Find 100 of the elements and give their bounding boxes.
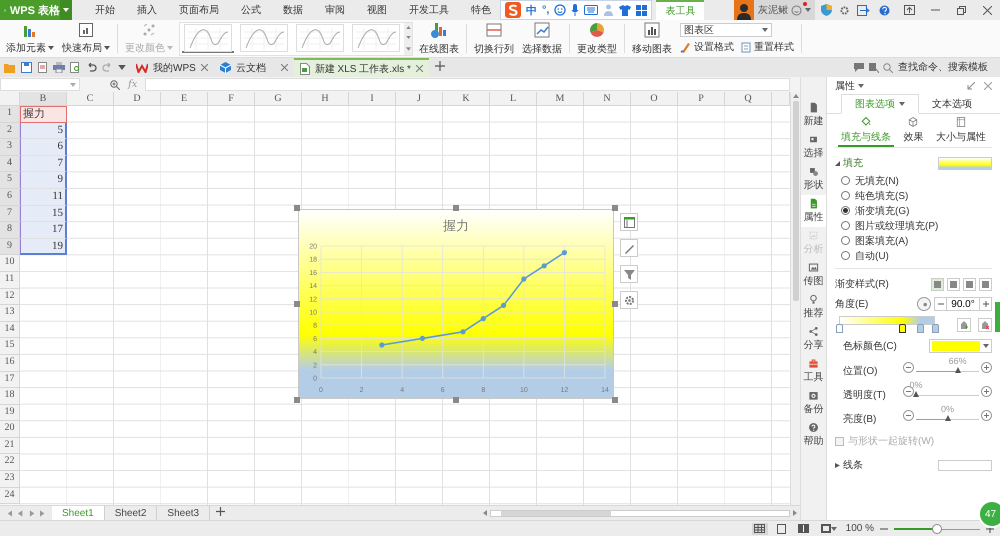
menu-tab[interactable]: 特色 [462, 0, 500, 20]
menu-tab[interactable]: 开始 [86, 0, 124, 20]
zoom-slider-thumb[interactable] [932, 524, 942, 534]
column-header[interactable]: I [349, 92, 396, 106]
decrement-button[interactable] [934, 297, 947, 311]
panel-subtab[interactable]: 大小与属性 [932, 114, 989, 147]
column-header[interactable]: C [67, 92, 114, 106]
search-field[interactable]: 查找命令、搜索模板 [896, 61, 996, 74]
column-header[interactable]: P [678, 92, 725, 106]
gradient-stop[interactable] [898, 324, 906, 333]
radio-label[interactable]: 自动(U) [855, 248, 889, 262]
document-tab[interactable]: 云文档 [214, 58, 294, 77]
ribbon-button[interactable]: 更改类型 [573, 21, 621, 56]
gear-icon[interactable] [840, 6, 849, 14]
menu-tab[interactable]: 表工具 [656, 0, 704, 20]
radio-label[interactable]: 纯色填充(S) [855, 188, 908, 202]
print-icon[interactable] [53, 62, 65, 73]
column-header[interactable]: L [490, 92, 537, 106]
close-icon[interactable] [280, 64, 288, 71]
column-header[interactable]: D [114, 92, 161, 106]
column-header[interactable]: G [255, 92, 302, 106]
scroll-up-icon[interactable] [406, 26, 410, 30]
radio-button[interactable] [841, 221, 850, 230]
column-header[interactable]: N [584, 92, 631, 106]
radio-label[interactable]: 渐变填充(G) [855, 204, 910, 218]
row-header[interactable]: 5 [0, 172, 20, 189]
document-icon[interactable] [37, 62, 48, 73]
resize-handle[interactable] [453, 205, 459, 211]
slider-thumb[interactable] [954, 367, 961, 373]
scroll-down-icon[interactable] [406, 36, 410, 40]
chart-style-option[interactable] [238, 24, 290, 52]
row-header[interactable]: 10 [0, 255, 20, 272]
chart-elements-button[interactable] [620, 213, 638, 231]
sidebar-item[interactable]: 新建 [801, 99, 826, 131]
expand-triangle-icon[interactable] [835, 462, 840, 468]
resize-handle[interactable] [294, 205, 300, 211]
row-header[interactable]: 8 [0, 222, 20, 239]
radio-button[interactable] [841, 206, 850, 215]
grid-icon[interactable] [636, 4, 648, 16]
radio-button[interactable] [841, 191, 850, 200]
sidebar-item[interactable]: 属性 [801, 195, 826, 227]
row-header[interactable]: 9 [0, 238, 20, 256]
formula-field[interactable] [145, 78, 790, 91]
column-header[interactable]: K [443, 92, 490, 106]
sidebar-item[interactable]: 工具 [801, 355, 826, 387]
scroll-right-icon[interactable] [793, 510, 797, 516]
panel-subtab[interactable]: 效果 [900, 114, 926, 147]
close-icon[interactable] [416, 65, 423, 72]
normal-view-button[interactable] [752, 522, 768, 534]
zoom-out-icon[interactable] [903, 362, 914, 372]
column-header[interactable]: J [396, 92, 443, 106]
row-header[interactable]: 4 [0, 156, 20, 172]
menu-tab[interactable]: 公式 [232, 0, 270, 20]
angle-dial[interactable] [917, 297, 931, 311]
avatar[interactable] [734, 0, 754, 20]
ribbon-button[interactable]: 选择数据 [518, 21, 566, 56]
chart-style-option[interactable] [182, 24, 234, 52]
scroll-left-icon[interactable] [483, 510, 487, 516]
document-tab[interactable]: 新建 XLS 工作表.xls * [294, 58, 429, 77]
radio-button[interactable] [841, 236, 850, 245]
row-header[interactable]: 21 [0, 438, 20, 454]
resize-handle[interactable] [612, 301, 618, 307]
chart-style-option[interactable] [350, 24, 402, 52]
reading-mode-button[interactable] [796, 522, 812, 534]
format-button[interactable]: 设置格式 [680, 40, 734, 54]
radio-label[interactable]: 图片或纹理填充(P) [855, 218, 938, 232]
zoom-in-icon[interactable] [981, 386, 992, 396]
collapse-icon[interactable] [967, 82, 975, 90]
column-header[interactable]: H [302, 92, 349, 106]
sheet-nav-arrow-icon[interactable] [40, 510, 46, 516]
preview-icon[interactable] [70, 62, 81, 73]
sidebar-item[interactable]: 传图 [801, 259, 826, 291]
column-header[interactable]: O [631, 92, 678, 106]
ribbon-button[interactable]: 移动图表 [628, 21, 676, 56]
column-header[interactable]: M [537, 92, 584, 106]
collapse-triangle-icon[interactable] [835, 160, 840, 166]
panel-tab[interactable]: 文本选项 [919, 94, 985, 113]
sheet-tab[interactable]: Sheet1 [52, 506, 105, 520]
menu-tab[interactable]: 开发工具 [400, 0, 458, 20]
column-header[interactable]: E [161, 92, 208, 106]
row-header[interactable]: 22 [0, 454, 20, 472]
zoom-in-icon[interactable] [981, 362, 992, 372]
sidebar-item[interactable]: 推荐 [801, 291, 826, 323]
row-header[interactable]: 2 [0, 122, 20, 140]
sidebar-item[interactable]: 分享 [801, 323, 826, 355]
radio-label[interactable]: 图案填充(A) [855, 234, 908, 248]
resize-handle[interactable] [294, 301, 300, 307]
row-header[interactable]: 17 [0, 372, 20, 388]
gradient-style-button[interactable] [979, 278, 992, 290]
zoom-level[interactable]: 100 % [846, 523, 874, 534]
radio-button[interactable] [841, 251, 850, 260]
increment-button[interactable] [979, 297, 992, 311]
add-stop-button[interactable] [957, 318, 971, 332]
punctuation-mode[interactable]: °, [542, 4, 550, 16]
sidebar-item[interactable]: 备份 [801, 387, 826, 419]
zoom-in-icon[interactable] [981, 410, 992, 420]
resize-handle[interactable] [294, 397, 300, 403]
keyboard-icon[interactable] [584, 5, 598, 15]
sidebar-item[interactable]: 选择 [801, 131, 826, 163]
dropdown-button[interactable] [60, 0, 72, 20]
